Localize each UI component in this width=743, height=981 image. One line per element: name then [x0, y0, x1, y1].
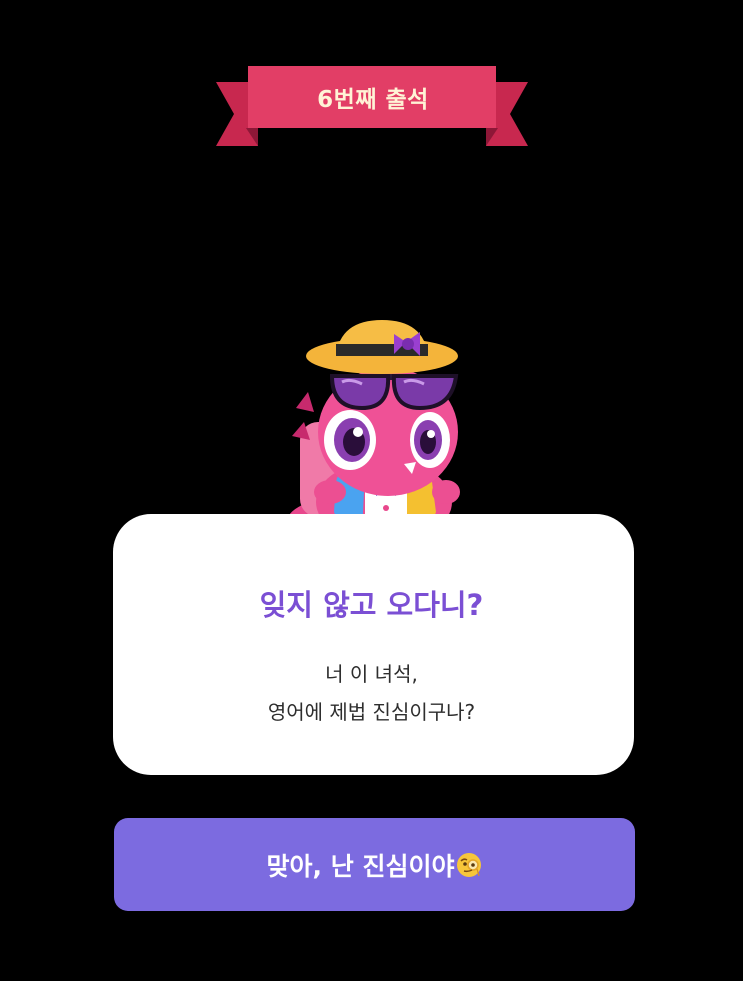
dialog-message: 너 이 녀석, 영어에 제법 진심이구나? [0, 655, 743, 731]
dialog-card [113, 514, 634, 775]
dialog-message-line-1: 너 이 녀석, [325, 662, 418, 686]
dialog-message-line-2: 영어에 제법 진심이구나? [267, 700, 476, 724]
attendance-count-label: 6번째 출석 [317, 87, 429, 113]
attendance-ribbon-banner: 6번째 출석 [216, 66, 528, 148]
confirm-button-label: 맞아, 난 진심이야 [266, 851, 455, 881]
dialog-title: 잊지 않고 오다니? [259, 588, 484, 622]
confirm-button[interactable]: 맞아, 난 진심이야 [114, 818, 635, 911]
monocle-face-emoji-icon [456, 852, 482, 878]
